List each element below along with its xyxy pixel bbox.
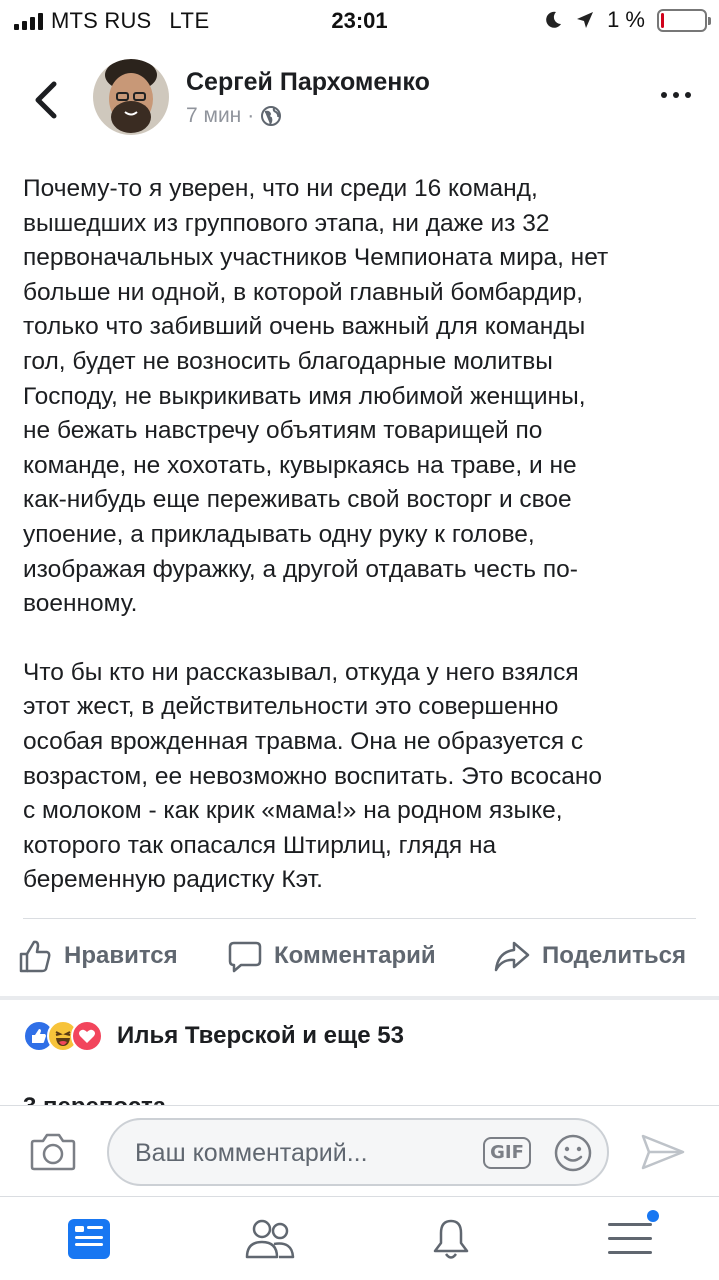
globe-icon — [261, 106, 282, 126]
gif-button[interactable]: GIF — [483, 1137, 531, 1169]
author-name[interactable]: Сергей Пархоменко — [186, 68, 430, 97]
avatar[interactable] — [93, 59, 169, 135]
moon-icon — [546, 11, 562, 28]
news-feed-icon[interactable] — [66, 1217, 112, 1261]
comment-bar: Ваш комментарий... GIF — [0, 1105, 719, 1195]
like-button[interactable]: Нравится — [18, 938, 178, 974]
share-label: Поделиться — [542, 942, 687, 969]
reaction-icons — [23, 1020, 103, 1052]
tab-bar — [0, 1196, 719, 1280]
post-paragraph: Что бы кто ни рассказывал, откуда у него… — [23, 658, 603, 894]
love-icon — [71, 1020, 103, 1052]
notifications-icon[interactable] — [428, 1217, 474, 1263]
status-right: 1 % — [543, 7, 711, 33]
comment-bubble-icon — [228, 941, 262, 973]
battery-icon — [657, 8, 711, 32]
friends-icon[interactable] — [244, 1217, 296, 1261]
comment-placeholder: Ваш комментарий... — [135, 1139, 368, 1167]
post-paragraph: Почему-то я уверен, что ни среди 16 кома… — [23, 175, 609, 618]
comment-input[interactable]: Ваш комментарий... GIF — [107, 1118, 609, 1186]
back-chevron-icon[interactable] — [28, 78, 64, 122]
meta-separator: · — [247, 104, 255, 127]
divider — [23, 918, 696, 919]
reactions-text: Илья Тверской и еще 53 — [117, 1022, 404, 1049]
comment-button[interactable]: Комментарий — [228, 938, 436, 974]
thumbs-up-icon — [19, 940, 51, 973]
reactions-summary[interactable]: Илья Тверской и еще 53 — [23, 1020, 404, 1052]
menu-icon[interactable] — [604, 1209, 662, 1261]
status-bar: MTS RUS LTE 23:01 1 % — [0, 0, 719, 40]
like-label: Нравится — [64, 942, 178, 969]
more-options-icon[interactable] — [661, 92, 691, 98]
battery-percent: 1 % — [607, 7, 645, 32]
send-icon[interactable] — [640, 1132, 686, 1172]
post-text: Почему-то я уверен, что ни среди 16 кома… — [23, 172, 703, 932]
avatar-image — [93, 59, 169, 135]
post-header: Сергей Пархоменко 7 мин · — [0, 56, 719, 146]
share-button[interactable]: Поделиться — [494, 938, 686, 974]
post-actions: Нравится Комментарий Поделиться — [0, 938, 719, 982]
emoji-icon[interactable] — [553, 1133, 593, 1173]
share-arrow-icon — [494, 941, 530, 972]
section-separator — [0, 996, 719, 1000]
post-meta: 7 мин · — [186, 104, 282, 128]
location-arrow-icon — [577, 12, 594, 28]
post-time[interactable]: 7 мин — [186, 104, 241, 128]
comment-label: Комментарий — [274, 942, 436, 969]
camera-icon[interactable] — [30, 1131, 76, 1171]
